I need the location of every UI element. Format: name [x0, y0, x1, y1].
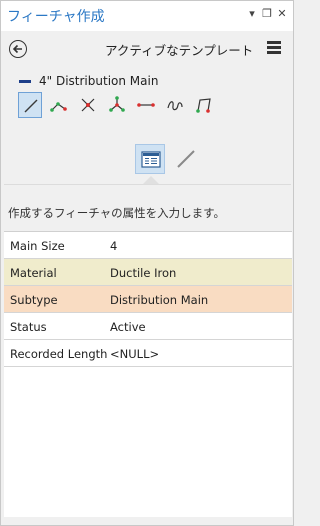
field-name: Material	[10, 266, 57, 280]
field-name: Subtype	[10, 293, 58, 307]
midpoint-line-tool[interactable]	[76, 92, 100, 118]
line-geometry-icon	[177, 150, 195, 168]
attribute-row-main-size[interactable]: Main Size 4	[4, 232, 292, 259]
distance-distance-tool[interactable]	[134, 92, 158, 118]
freehand-tool[interactable]	[163, 92, 187, 118]
attribute-table-icon	[141, 151, 161, 168]
field-value[interactable]: Active	[110, 320, 146, 334]
pane-title-bar: フィーチャ作成 ▾ ❐ ✕	[1, 1, 293, 31]
field-value[interactable]: Ductile Iron	[110, 266, 176, 280]
trace-tool[interactable]	[192, 92, 216, 118]
attribute-row-material[interactable]: Material Ductile Iron	[4, 259, 292, 286]
field-name: Status	[10, 320, 47, 334]
field-value[interactable]: <NULL>	[110, 347, 159, 361]
template-symbol-swatch	[19, 80, 31, 83]
create-features-pane: フィーチャ作成 ▾ ❐ ✕ アクティブなテンプレート 4" Distributi…	[0, 0, 294, 526]
attribute-row-subtype[interactable]: Subtype Distribution Main	[4, 286, 292, 313]
divider	[4, 184, 291, 185]
back-arrow-circle-icon[interactable]	[9, 40, 27, 58]
pane-options-dropdown-icon[interactable]: ▾	[245, 6, 259, 22]
close-icon[interactable]: ✕	[275, 6, 289, 22]
attribute-table: Main Size 4 Material Ductile Iron Subtyp…	[4, 231, 292, 367]
pane-title: フィーチャ作成	[7, 9, 105, 25]
instructions-text: 作成するフィーチャの属性を入力します。	[8, 206, 226, 220]
field-value[interactable]: Distribution Main	[110, 293, 208, 307]
attribute-row-status[interactable]: Status Active	[4, 313, 292, 340]
attribute-table-empty-area	[4, 367, 292, 517]
attribute-row-recorded-length[interactable]: Recorded Length <NULL>	[4, 340, 292, 367]
selected-view-pointer	[143, 176, 159, 184]
attributes-view-button[interactable]	[135, 144, 165, 174]
template-name: 4" Distribution Main	[39, 74, 159, 88]
pane-header: アクティブなテンプレート	[1, 31, 293, 67]
field-name: Recorded Length	[10, 347, 108, 361]
header-title: アクティブなテンプレート	[105, 43, 254, 58]
line-tool[interactable]	[18, 92, 42, 118]
geometry-view-button[interactable]	[171, 144, 201, 174]
restore-icon[interactable]: ❐	[260, 6, 274, 22]
hamburger-menu-icon[interactable]	[267, 41, 281, 55]
right-angle-line-tool[interactable]	[47, 92, 71, 118]
field-value[interactable]: 4	[110, 239, 117, 253]
field-name: Main Size	[10, 239, 65, 253]
endpoint-arc-tool[interactable]	[105, 92, 129, 118]
